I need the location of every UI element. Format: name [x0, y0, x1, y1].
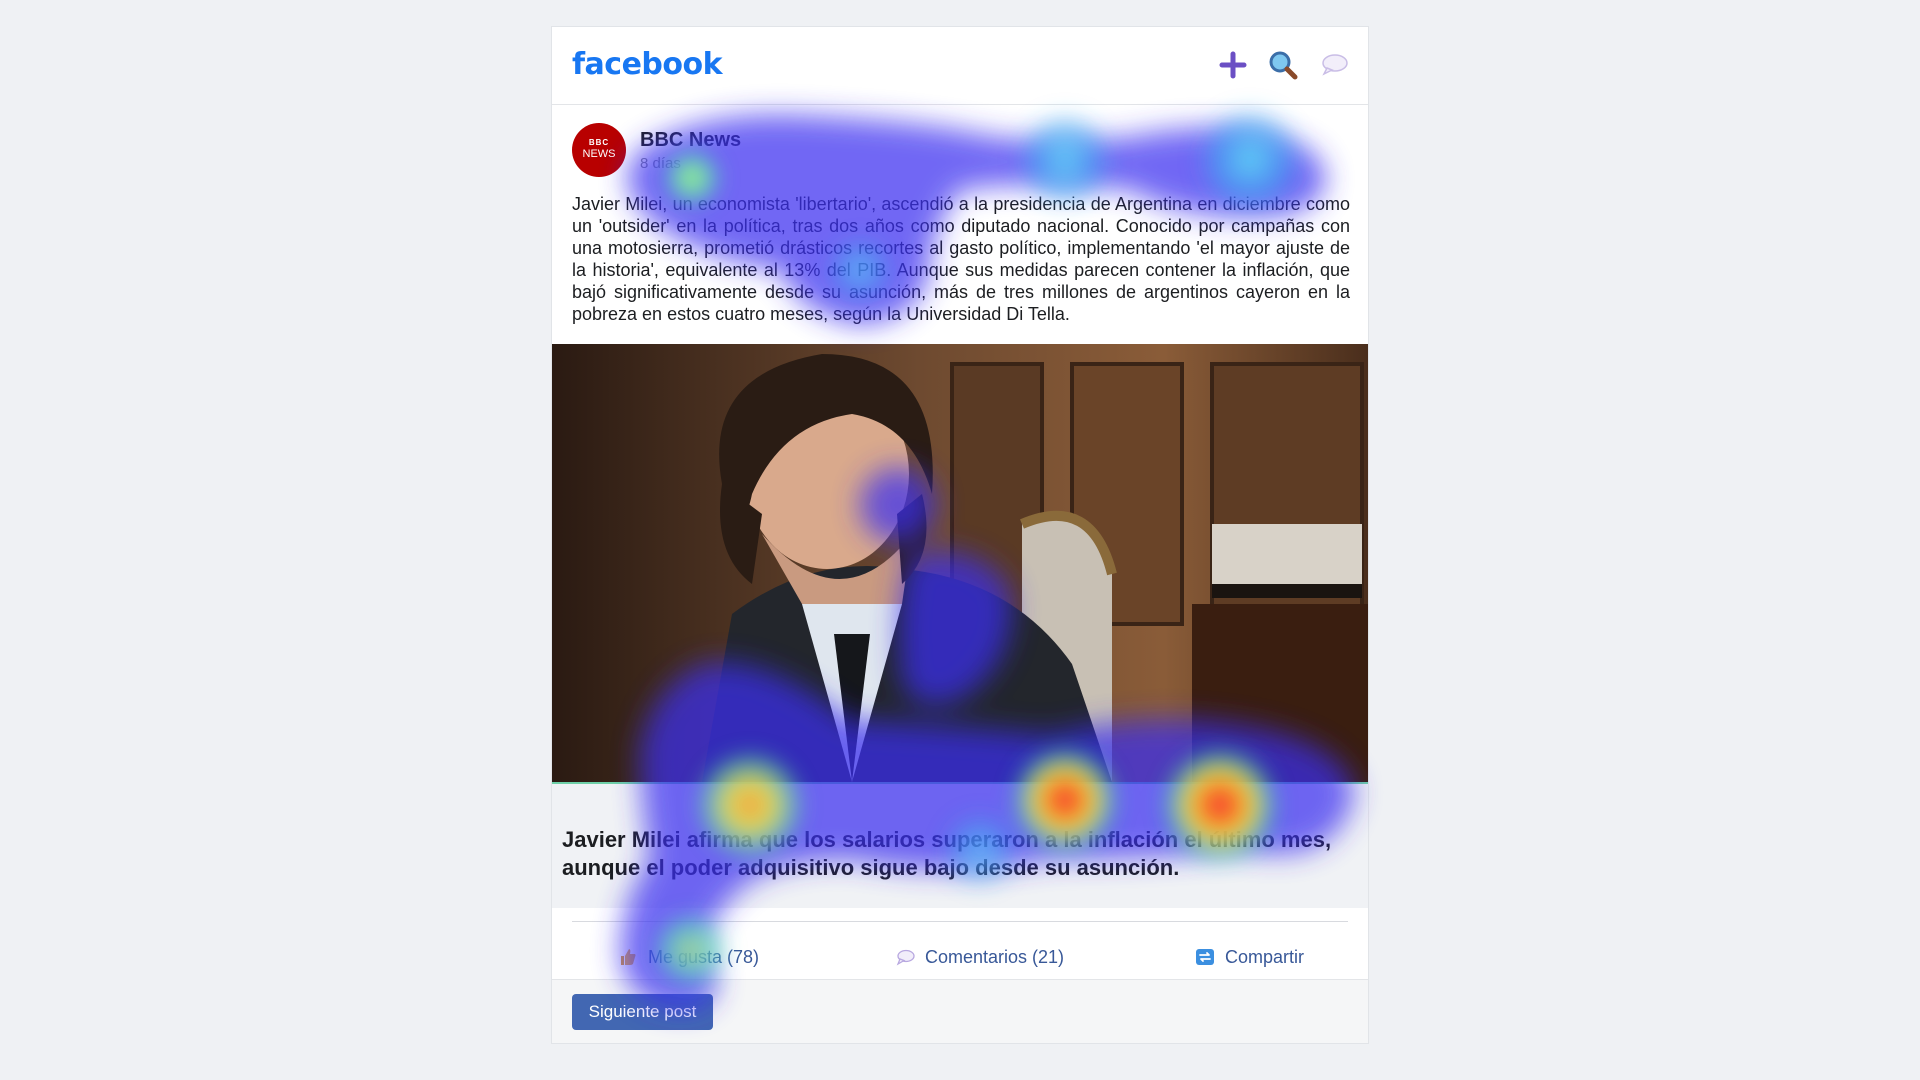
link-headline[interactable]: Javier Milei afirma que los salarios sup… [562, 826, 1362, 882]
like-label: Me gusta (78) [648, 946, 760, 967]
facebook-logo[interactable]: facebook [572, 47, 723, 82]
page-avatar[interactable]: BBC NEWS [572, 123, 626, 177]
post-card: facebook BBC NEWS BBC News 8 días Javier… [551, 26, 1369, 1044]
avatar-bbc-text: BBC [588, 138, 610, 147]
post-text: Javier Milei, un economista 'libertario'… [572, 194, 1350, 324]
page-name[interactable]: BBC News [640, 129, 741, 152]
post-footer: Siguiente post [552, 979, 1368, 1043]
next-post-button[interactable]: Siguiente post [572, 994, 713, 1030]
plus-icon[interactable] [1217, 49, 1249, 81]
post-photo[interactable] [552, 344, 1368, 782]
post-timestamp[interactable]: 8 días [640, 155, 681, 172]
share-label: Compartir [1225, 946, 1305, 967]
share-icon [1196, 949, 1214, 965]
avatar-news-text: NEWS [582, 148, 616, 160]
search-icon[interactable] [1267, 49, 1299, 81]
actions-divider [572, 921, 1348, 922]
comments-label: Comentarios (21) [925, 946, 1065, 967]
comments-button[interactable]: Comentarios (21) [895, 942, 1064, 972]
like-button[interactable]: Me gusta (78) [618, 942, 759, 972]
photo-illustration [552, 344, 1368, 782]
thumbs-up-icon [621, 949, 636, 965]
post-header: BBC NEWS BBC News 8 días [552, 105, 1368, 195]
chat-bubble-icon[interactable] [1318, 49, 1350, 81]
share-button[interactable]: Compartir [1195, 942, 1304, 972]
link-preview[interactable]: Javier Milei afirma que los salarios sup… [552, 782, 1368, 908]
top-bar: facebook [552, 27, 1368, 105]
comment-icon [896, 949, 915, 966]
